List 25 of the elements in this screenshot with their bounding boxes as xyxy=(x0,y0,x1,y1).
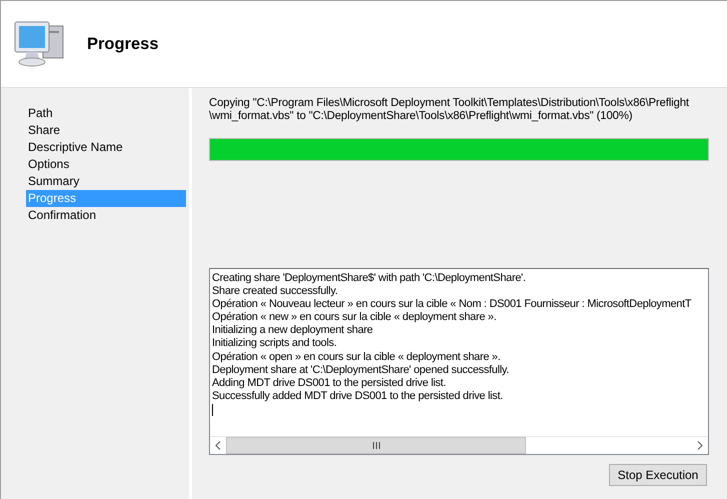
scroll-left-icon[interactable] xyxy=(215,441,221,450)
log-line: Opération « open » en cours sur la cible « deployment share ». xyxy=(212,350,500,364)
text-cursor xyxy=(212,404,213,416)
grip-icon xyxy=(372,442,380,449)
sidebar-item[interactable]: Descriptive Name xyxy=(26,139,186,156)
log-line: Creating share 'DeploymentShare$' with path 'C:\DeploymentShare'. xyxy=(212,272,526,286)
sidebar-item[interactable]: Options xyxy=(26,156,186,173)
log-line: Opération « new » en cours sur la cible « deployment share ». xyxy=(212,311,496,324)
log-line: Deployment share at 'C:\DeploymentShare' opened successfully. xyxy=(212,364,509,377)
sidebar-item[interactable]: Share xyxy=(26,122,186,139)
log-output-box[interactable] xyxy=(209,268,709,455)
log-line: Initializing a new deployment share xyxy=(212,324,373,338)
scroll-right-icon[interactable] xyxy=(697,441,703,450)
page-title: Progress xyxy=(87,34,159,54)
log-line: Share created successfully. xyxy=(212,285,338,298)
log-line: Adding MDT drive DS001 to the persisted drive list. xyxy=(212,376,446,390)
sidebar-item[interactable]: Path xyxy=(26,105,186,122)
horizontal-scrollbar[interactable] xyxy=(210,436,708,454)
log-line: Initializing scripts and tools. xyxy=(212,337,337,351)
sidebar-item[interactable]: Summary xyxy=(26,173,186,190)
log-line: Opération « Nouveau lecteur » en cours sur la cible « Nom : DS001 Fournisseur : MicrosoftDeploymentT xyxy=(212,298,692,312)
log-line: Successfully added MDT drive DS001 to the persisted drive list. xyxy=(212,390,503,403)
stop-execution-button[interactable]: Stop Execution xyxy=(609,464,707,486)
sidebar-item[interactable]: Confirmation xyxy=(26,207,186,224)
copy-status-text: Copying "C:\Program Files\Microsoft Deployment Toolkit\Templates\Distribution\Tools\x86\Preflight \wmi_format.vbs" to "C:\DeploymentShare\Tools\x86\Preflight\wmi_format.vbs" (100%) xyxy=(209,97,690,123)
